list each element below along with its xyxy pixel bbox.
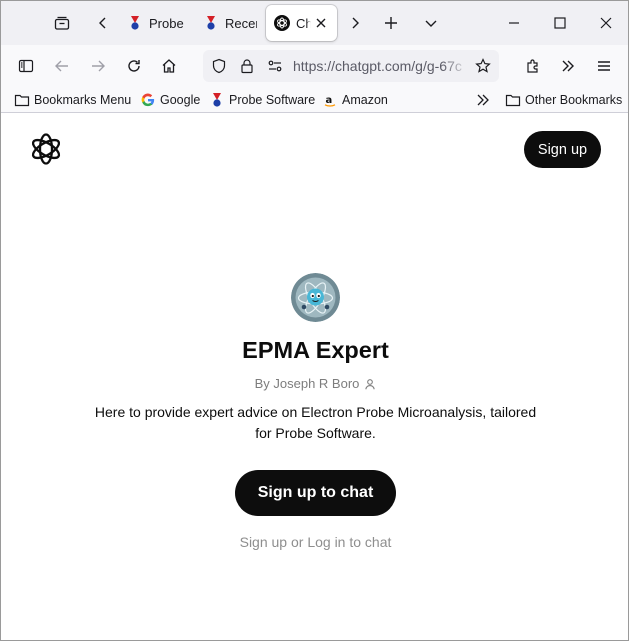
url-text[interactable]: https://chatgpt.com/g/g-67c <box>293 58 469 74</box>
reload-icon <box>128 60 140 72</box>
scroll-tabs-left-button[interactable] <box>87 7 119 39</box>
minimize-window-button[interactable] <box>498 7 530 39</box>
extensions-button[interactable] <box>517 50 549 82</box>
minimize-icon <box>509 22 519 24</box>
plus-icon <box>385 17 397 29</box>
maximize-window-button[interactable] <box>544 7 576 39</box>
openai-logo[interactable] <box>28 131 64 167</box>
bookmark-probe-software[interactable]: Probe Software <box>209 91 315 109</box>
signup-button[interactable]: Sign up <box>524 131 601 168</box>
chevron-right-icon <box>352 17 359 29</box>
arrow-left-icon <box>55 60 68 72</box>
browser-window: Probe Recent ChatGPT <box>0 0 629 641</box>
probe-software-favicon <box>209 92 225 108</box>
lock-icon[interactable] <box>239 58 255 74</box>
close-window-button[interactable] <box>590 7 622 39</box>
home-button[interactable] <box>153 50 185 82</box>
bookmark-bookmarks-menu[interactable]: Bookmarks Menu <box>14 91 131 109</box>
probe-software-favicon <box>207 16 215 30</box>
star-icon[interactable] <box>475 58 491 74</box>
chevron-left-icon <box>99 17 106 29</box>
permissions-icon[interactable] <box>267 58 283 74</box>
bookmark-other-bookmarks[interactable]: Other Bookmarks <box>505 91 622 109</box>
sidebar-icon <box>18 59 34 73</box>
bookmarks-toolbar: Bookmarks Menu Google Probe Software a A… <box>1 87 628 113</box>
new-tab-button[interactable] <box>375 7 407 39</box>
google-icon <box>140 92 156 108</box>
maximize-icon <box>554 17 566 29</box>
navigation-toolbar: https://chatgpt.com/g/g-67c <box>1 45 628 87</box>
chatgpt-favicon <box>274 15 290 31</box>
tab-title: Probe <box>149 15 184 31</box>
app-menu-button[interactable] <box>588 50 620 82</box>
chevron-down-icon <box>425 20 437 27</box>
tab-title: ChatGPT <box>296 15 311 31</box>
bookmark-google[interactable]: Google <box>140 91 200 109</box>
home-icon <box>162 59 176 73</box>
signup-to-chat-button[interactable]: Sign up to chat <box>235 470 396 516</box>
double-chevron-right-icon <box>562 60 574 72</box>
signup-login-link[interactable]: Sign up or Log in to chat <box>1 534 628 550</box>
hamburger-icon <box>598 61 610 71</box>
close-icon <box>600 17 612 29</box>
tab-probe[interactable]: Probe <box>119 5 191 41</box>
byline-text: By Joseph R Boro <box>254 376 360 391</box>
bookmarks-overflow-button[interactable] <box>475 91 491 109</box>
overflow-menu-button[interactable] <box>552 50 584 82</box>
puzzle-icon <box>527 59 538 73</box>
bookmark-label: Probe Software <box>229 93 316 107</box>
tab-groups-button[interactable] <box>46 7 78 39</box>
double-chevron-right-icon <box>477 94 489 106</box>
shield-icon[interactable] <box>211 58 227 74</box>
amazon-icon: a <box>322 92 338 108</box>
bookmark-label: Other Bookmarks <box>525 93 623 107</box>
gpt-avatar <box>291 273 340 322</box>
forward-button[interactable] <box>82 50 114 82</box>
gpt-title: EPMA Expert <box>242 337 389 363</box>
list-all-tabs-button[interactable] <box>415 7 447 39</box>
tab-strip: Probe Recent ChatGPT <box>1 1 628 45</box>
svg-text:a: a <box>326 95 333 106</box>
bookmark-label: Amazon <box>342 93 388 107</box>
close-tab-icon[interactable] <box>313 15 329 31</box>
bookmark-label: Bookmarks Menu <box>34 93 132 107</box>
person-icon <box>365 378 376 389</box>
tab-title: Recent <box>225 15 257 31</box>
gpt-description: Here to provide expert advice on Electro… <box>94 404 537 441</box>
tab-recent[interactable]: Recent <box>195 5 257 41</box>
reload-button[interactable] <box>118 50 150 82</box>
scroll-tabs-right-button[interactable] <box>339 7 371 39</box>
page-content: Sign up EPMA Expert By Joseph R Boro Her… <box>1 114 628 640</box>
folder-icon <box>505 92 521 108</box>
gpt-byline[interactable]: By Joseph R Boro <box>1 376 628 391</box>
bookmark-label: Google <box>160 93 201 107</box>
tab-chatgpt[interactable]: ChatGPT <box>266 5 337 41</box>
sidebar-toggle-button[interactable] <box>10 50 42 82</box>
tab-groups-icon <box>54 16 70 30</box>
address-bar[interactable]: https://chatgpt.com/g/g-67c <box>203 50 499 82</box>
bookmark-amazon[interactable]: a Amazon <box>322 91 388 109</box>
folder-icon <box>14 92 30 108</box>
arrow-right-icon <box>92 60 105 72</box>
probe-software-favicon <box>131 16 139 30</box>
back-button[interactable] <box>46 50 78 82</box>
